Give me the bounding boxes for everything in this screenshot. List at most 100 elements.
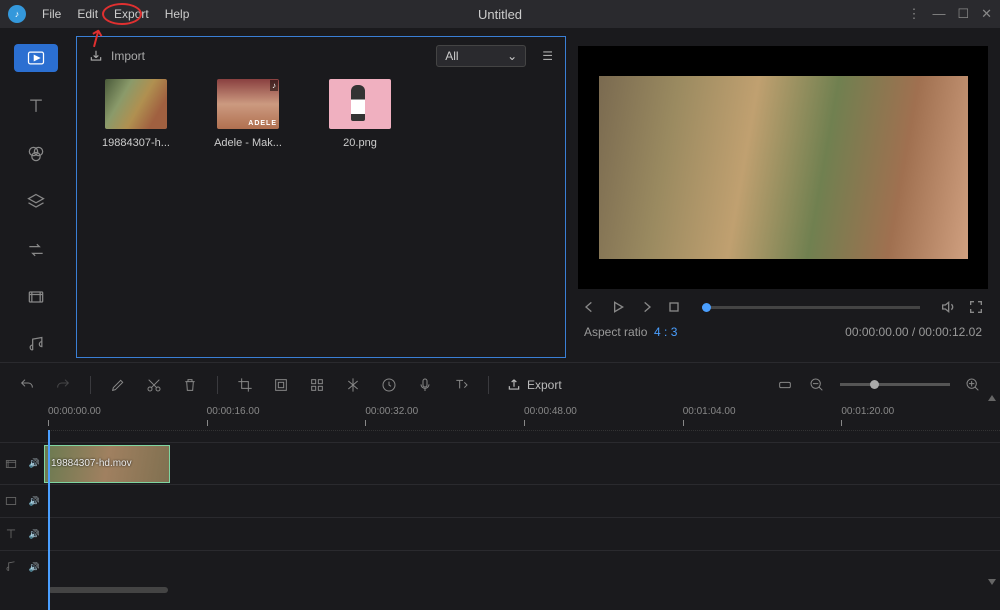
mute-icon[interactable]: 🔊 — [29, 529, 40, 540]
sidebar-music[interactable] — [18, 332, 54, 358]
separator — [488, 376, 489, 394]
media-panel: Import All ⌄ ☰ 19884307-h... ♪ ADELE Ade… — [76, 36, 566, 358]
seek-handle[interactable] — [702, 303, 711, 312]
titlebar: ♪ File Edit Export Help Untitled ⋮ — ☐ ✕ — [0, 0, 1000, 28]
mute-icon[interactable]: 🔊 — [29, 458, 40, 469]
video-track[interactable]: 🔊 19884307-hd.mov — [0, 442, 1000, 484]
track-header[interactable]: 🔊 — [0, 443, 44, 484]
video-track-2[interactable]: 🔊 — [0, 484, 1000, 517]
thumbnail-image — [329, 79, 391, 129]
import-button[interactable]: Import — [89, 49, 145, 63]
aspect-ratio-value[interactable]: 4 : 3 — [654, 325, 677, 339]
preview-frame — [578, 46, 988, 289]
media-item[interactable]: 19884307-h... — [95, 79, 177, 149]
close-icon[interactable]: ✕ — [981, 6, 992, 22]
play-button[interactable] — [610, 299, 626, 315]
track-header[interactable]: 🔊 — [0, 518, 44, 550]
time-display: 00:00:00.00 / 00:00:12.02 — [845, 325, 982, 339]
prev-frame-button[interactable] — [582, 299, 598, 315]
ruler-mark: 00:01:04.00 — [683, 406, 842, 417]
sidebar-filters[interactable] — [18, 141, 54, 167]
fullscreen-icon[interactable] — [968, 299, 984, 315]
thumbnail-label: Adele - Mak... — [207, 137, 289, 149]
edit-tool-button[interactable] — [109, 376, 127, 394]
audio-track[interactable]: 🔊 — [0, 550, 1000, 583]
zoom-crop-button[interactable] — [272, 376, 290, 394]
window-title: Untitled — [478, 7, 522, 22]
ruler-ticks — [48, 430, 1000, 442]
next-frame-button[interactable] — [638, 299, 654, 315]
separator — [90, 376, 91, 394]
timeline: 00:00:00.00 00:00:16.00 00:00:32.00 00:0… — [0, 406, 1000, 597]
timeline-hscroll-thumb[interactable] — [48, 587, 168, 593]
export-button[interactable]: Export — [507, 378, 562, 392]
thumbnail-overlay-text: ADELE — [248, 120, 277, 127]
text-track[interactable]: 🔊 — [0, 517, 1000, 550]
clip-label: 19884307-hd.mov — [45, 458, 132, 469]
sidebar-overlay[interactable] — [18, 189, 54, 215]
ruler-mark: 00:00:16.00 — [207, 406, 366, 417]
timeline-toolbar: Export — [0, 362, 1000, 406]
timeline-ruler[interactable]: 00:00:00.00 00:00:16.00 00:00:32.00 00:0… — [0, 406, 1000, 430]
zoom-in-button[interactable] — [964, 376, 982, 394]
music-badge-icon: ♪ — [270, 80, 278, 91]
ruler-mark: 00:00:00.00 — [48, 406, 207, 417]
menu-help[interactable]: Help — [157, 7, 198, 21]
zoom-handle[interactable] — [870, 380, 879, 389]
export-button-label: Export — [527, 378, 562, 392]
maximize-icon[interactable]: ☐ — [957, 6, 969, 22]
aspect-ratio-label: Aspect ratio 4 : 3 — [584, 325, 677, 339]
sidebar-text[interactable] — [18, 94, 54, 120]
list-view-icon[interactable]: ☰ — [542, 49, 553, 63]
timeline-vscroll[interactable] — [988, 395, 996, 585]
playhead[interactable] — [48, 430, 50, 610]
ruler-mark: 00:00:48.00 — [524, 406, 683, 417]
thumbnail-label: 20.png — [319, 137, 401, 149]
crop-button[interactable] — [236, 376, 254, 394]
sidebar-elements[interactable] — [18, 285, 54, 311]
preview-panel: Aspect ratio 4 : 3 00:00:00.00 / 00:00:1… — [574, 36, 992, 358]
minimize-icon[interactable]: — — [932, 6, 945, 22]
zoom-slider[interactable] — [840, 383, 950, 386]
seek-slider[interactable] — [702, 306, 920, 309]
media-item[interactable]: ♪ ADELE Adele - Mak... — [207, 79, 289, 149]
freeze-button[interactable] — [344, 376, 362, 394]
mute-icon[interactable]: 🔊 — [29, 496, 40, 507]
sidebar-transitions[interactable] — [18, 237, 54, 263]
ruler-mark: 00:00:32.00 — [365, 406, 524, 417]
undo-button[interactable] — [18, 376, 36, 394]
menu-export-label: Export — [114, 7, 149, 21]
delete-button[interactable] — [181, 376, 199, 394]
sidebar — [4, 36, 68, 358]
text-to-speech-button[interactable] — [452, 376, 470, 394]
track-header[interactable]: 🔊 — [0, 485, 44, 517]
media-filter-dropdown[interactable]: All ⌄ — [436, 45, 526, 67]
chevron-down-icon: ⌄ — [507, 49, 517, 63]
zoom-out-button[interactable] — [808, 376, 826, 394]
voiceover-button[interactable] — [416, 376, 434, 394]
sidebar-media[interactable] — [14, 44, 58, 72]
menu-export[interactable]: Export — [106, 7, 157, 21]
more-icon[interactable]: ⋮ — [907, 6, 920, 22]
mute-icon[interactable]: 🔊 — [29, 562, 40, 573]
thumbnail-image: ♪ ADELE — [217, 79, 279, 129]
duration-button[interactable] — [380, 376, 398, 394]
thumbnail-label: 19884307-h... — [95, 137, 177, 149]
import-label: Import — [111, 49, 145, 63]
fit-timeline-button[interactable] — [776, 376, 794, 394]
timeline-hscroll[interactable] — [48, 587, 1000, 597]
volume-icon[interactable] — [940, 299, 956, 315]
menu-file[interactable]: File — [34, 7, 69, 21]
track-header[interactable]: 🔊 — [0, 551, 44, 583]
timeline-clip[interactable]: 19884307-hd.mov — [44, 445, 170, 483]
redo-button[interactable] — [54, 376, 72, 394]
preview-image — [599, 76, 968, 258]
menu-edit[interactable]: Edit — [69, 7, 106, 21]
cut-button[interactable] — [145, 376, 163, 394]
media-item[interactable]: 20.png — [319, 79, 401, 149]
app-logo: ♪ — [8, 5, 26, 23]
mosaic-button[interactable] — [308, 376, 326, 394]
thumbnail-image — [105, 79, 167, 129]
stop-button[interactable] — [666, 299, 682, 315]
ruler-mark: 00:01:20.00 — [841, 406, 1000, 417]
